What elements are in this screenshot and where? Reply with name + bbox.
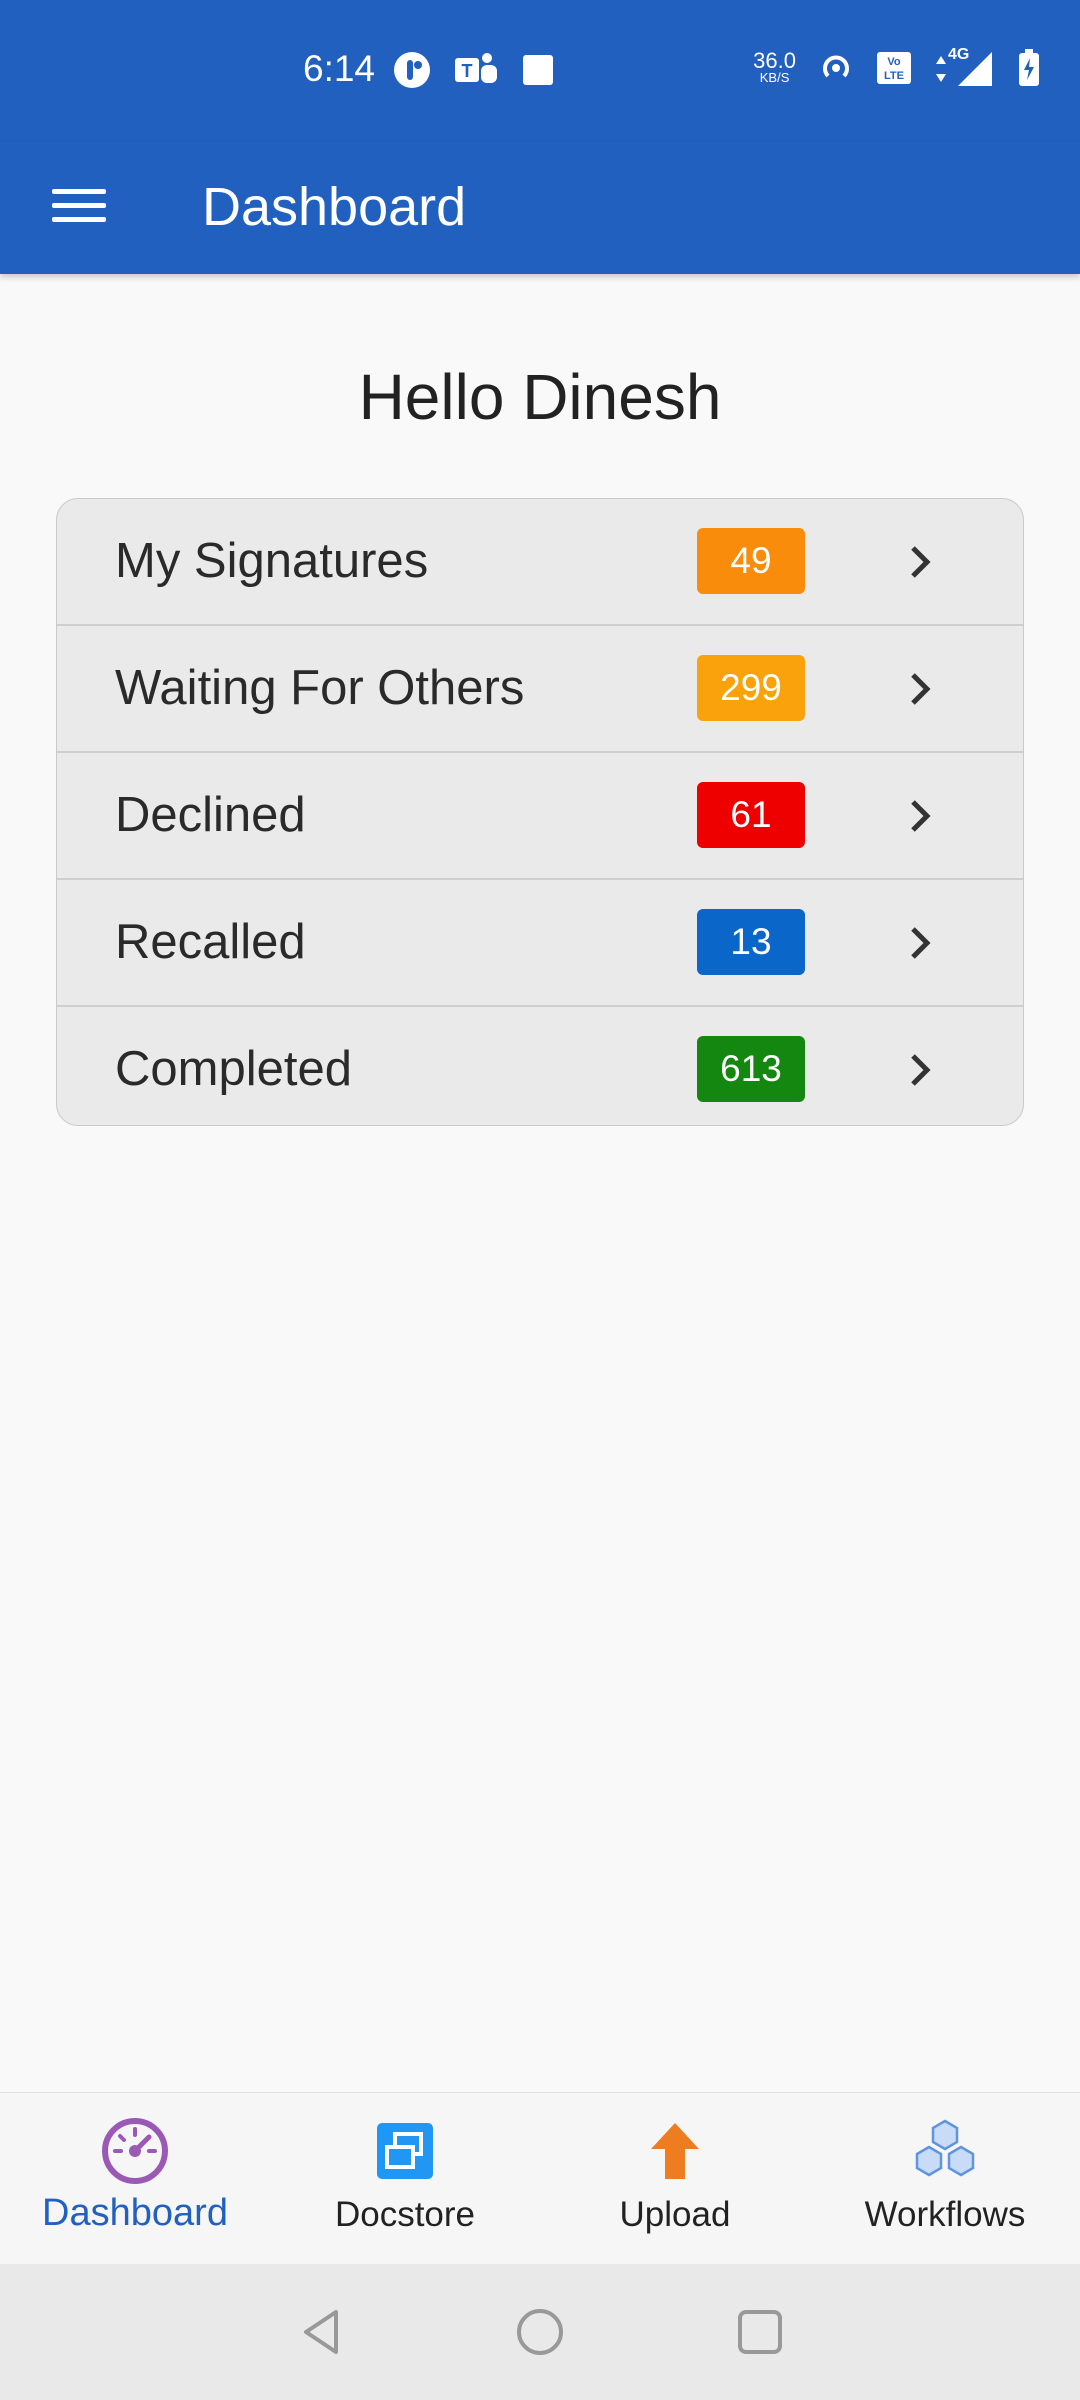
row-recalled[interactable]: Recalled 13	[57, 880, 1023, 1007]
row-label: Declined	[115, 788, 306, 842]
row-declined[interactable]: Declined 61	[57, 753, 1023, 880]
nav-label: Upload	[619, 2195, 731, 2234]
nav-workflows[interactable]: Workflows	[810, 2093, 1080, 2265]
cubes-icon	[915, 2119, 975, 2177]
network-speed: 36.0 KB/S	[753, 50, 796, 85]
teams-icon: T	[455, 53, 497, 83]
count-badge: 13	[697, 909, 805, 975]
count-badge: 61	[697, 782, 805, 848]
chevron-right-icon	[911, 1054, 931, 1086]
data-arrows-icon	[936, 56, 946, 82]
nav-upload[interactable]: Upload	[540, 2093, 810, 2265]
notification-app-icon	[394, 52, 430, 88]
hotspot-icon	[823, 55, 849, 78]
summary-card: My Signatures 49 Waiting For Others 299 …	[56, 498, 1024, 1126]
hamburger-menu-icon[interactable]	[52, 182, 106, 236]
back-icon[interactable]	[294, 2304, 350, 2360]
status-time: 6:14	[303, 48, 376, 89]
row-label: Waiting For Others	[115, 661, 525, 715]
system-navigation-bar	[0, 2264, 1080, 2400]
greeting-text: Hello Dinesh	[358, 361, 722, 433]
svg-text:Vo: Vo	[887, 56, 901, 68]
nav-label: Dashboard	[42, 2192, 228, 2234]
status-bar: 6:14 T 36.0 KB/S Vo LTE 4G	[0, 0, 1080, 142]
upload-arrow-icon	[651, 2123, 699, 2179]
page-title: Dashboard	[202, 177, 467, 237]
svg-text:LTE: LTE	[884, 70, 904, 82]
row-my-signatures[interactable]: My Signatures 49	[57, 499, 1023, 626]
speedometer-icon	[102, 2118, 168, 2184]
square-icon	[523, 55, 553, 85]
row-label: Completed	[115, 1042, 352, 1096]
chevron-right-icon	[911, 673, 931, 705]
chevron-right-icon	[911, 546, 931, 578]
row-waiting-for-others[interactable]: Waiting For Others 299	[57, 626, 1023, 753]
row-label: Recalled	[115, 915, 306, 969]
bottom-navigation: Dashboard Docstore Upload Workflows	[0, 2092, 1080, 2265]
nav-label: Workflows	[864, 2195, 1026, 2234]
row-completed[interactable]: Completed 613	[57, 1007, 1023, 1125]
row-label: My Signatures	[115, 534, 429, 588]
nav-dashboard[interactable]: Dashboard	[0, 2093, 270, 2265]
app-bar: Dashboard	[0, 142, 1080, 274]
count-badge: 49	[697, 528, 805, 594]
count-badge: 299	[697, 655, 805, 721]
recents-icon[interactable]	[732, 2304, 788, 2360]
network-speed-unit: KB/S	[759, 70, 790, 85]
nav-docstore[interactable]: Docstore	[270, 2093, 540, 2265]
nav-label: Docstore	[334, 2195, 476, 2234]
volte-icon: Vo LTE	[877, 52, 911, 84]
chevron-right-icon	[911, 927, 931, 959]
svg-text:T: T	[462, 61, 473, 81]
signal-icon	[958, 52, 992, 86]
docstore-icon	[377, 2123, 433, 2179]
count-badge: 613	[697, 1036, 805, 1102]
chevron-right-icon	[911, 800, 931, 832]
battery-icon	[1019, 49, 1039, 86]
home-icon[interactable]	[512, 2304, 568, 2360]
